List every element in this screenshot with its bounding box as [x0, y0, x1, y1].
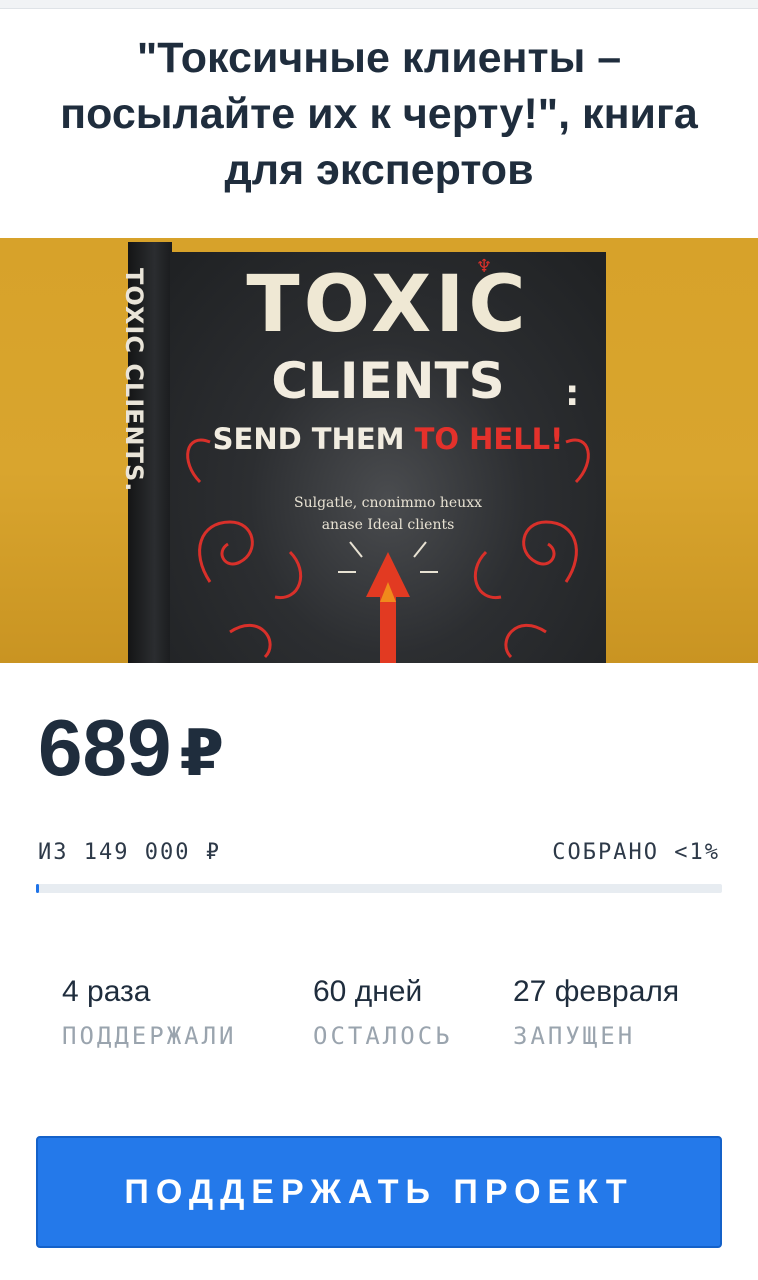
stat-backers-label: ПОДДЕРЖАЛИ	[62, 1022, 237, 1050]
stat-days-left-label: ОСТАЛОСЬ	[313, 1022, 453, 1050]
amount-value: 689	[38, 703, 172, 792]
svg-text:♆: ♆	[476, 256, 492, 277]
top-divider	[0, 0, 758, 9]
funding-goal: ИЗ 149 000 ₽	[38, 840, 221, 865]
funding-progress-bar	[36, 884, 722, 893]
stat-backers-value: 4 раза	[62, 975, 151, 1008]
amount-collected: 689 ₽	[38, 700, 224, 802]
book-spine-title: TOXIC CLIENTS.	[120, 268, 148, 493]
stat-launch-date-value: 27 февраля	[513, 975, 680, 1008]
project-cover-image: TOXIC CLIENTS. TOXIC CLIENTS SEND THEM T…	[0, 238, 758, 663]
stat-backers: 4 раза ПОДДЕРЖАЛИ	[62, 972, 237, 1050]
amount-currency: ₽	[179, 717, 225, 791]
stat-launch-date-label: ЗАПУЩЕН	[513, 1022, 636, 1050]
support-project-button[interactable]: ПОДДЕРЖАТЬ ПРОЕКТ	[36, 1136, 722, 1248]
funding-collected-percent: СОБРАНО <1%	[552, 840, 720, 865]
stat-launch-date: 27 февраля ЗАПУЩЕН	[513, 972, 679, 1050]
cover-ornament-graphic: ♆	[186, 256, 590, 663]
funding-progress-fill	[36, 884, 40, 893]
stat-days-left: 60 дней ОСТАЛОСЬ	[313, 972, 453, 1050]
stat-days-left-value: 60 дней	[313, 975, 423, 1008]
page-title: "Токсичные клиенты – посылайте их к черт…	[60, 34, 698, 194]
